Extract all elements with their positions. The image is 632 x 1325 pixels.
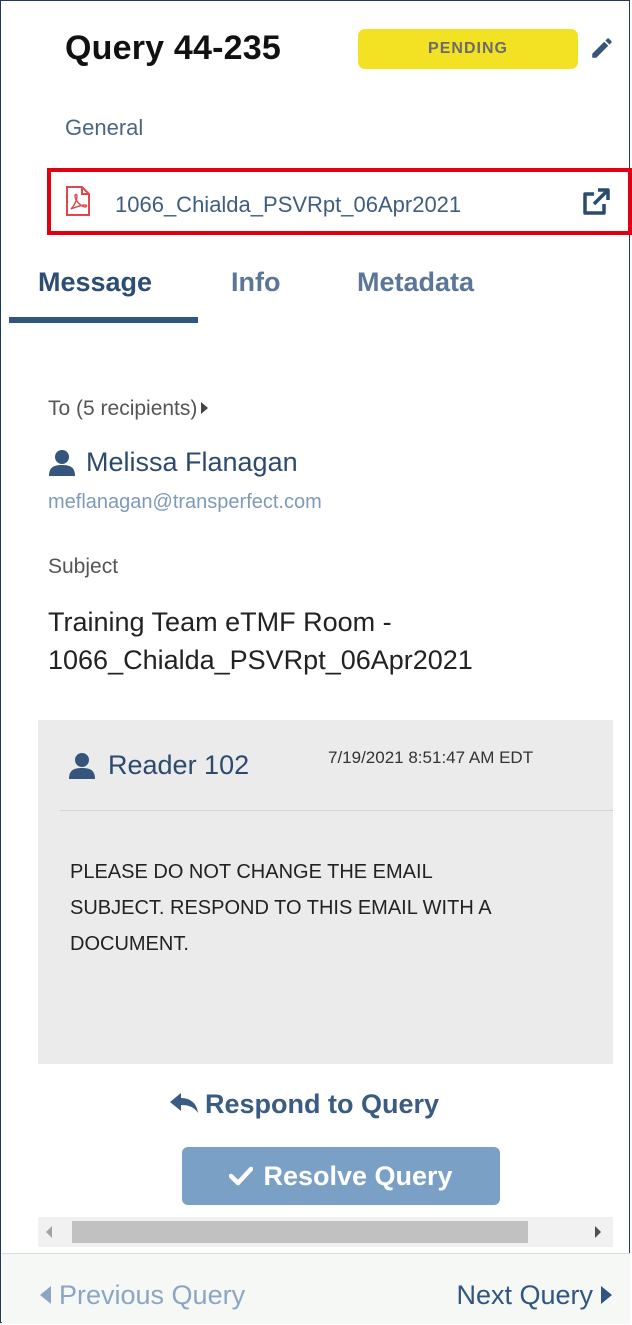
next-query-button[interactable]: Next Query [456,1280,612,1311]
caret-right-icon [201,402,209,414]
respond-to-query-button[interactable]: Respond to Query [169,1089,439,1125]
pencil-icon[interactable] [589,35,615,61]
pdf-icon [66,186,90,216]
subject-line: 1066_Chialda_PSVRpt_06Apr2021 [48,645,473,675]
reply-icon [170,1093,198,1113]
tab-info[interactable]: Info [231,267,280,298]
recipient-email: meflanagan@transperfect.com [48,491,322,513]
message-author: Reader 102 [108,750,250,780]
next-query-label: Next Query [456,1280,593,1310]
recipients-toggle[interactable]: To (5 recipients) [48,397,209,421]
horizontal-scrollbar[interactable] [38,1217,613,1247]
scroll-right-arrow-icon[interactable] [595,1226,601,1238]
user-icon [69,753,95,779]
document-file-name[interactable]: 1066_Chialda_PSVRpt_06Apr2021 [115,192,461,218]
status-badge: PENDING [358,29,578,69]
resolve-label: Resolve Query [263,1160,453,1191]
subject-line: Training Team eTMF Room - [48,607,392,637]
triangle-left-icon [40,1286,51,1304]
subject-text: Training Team eTMF Room - 1066_Chialda_P… [48,603,608,679]
tab-message[interactable]: Message [38,267,152,298]
message-card: Reader 102 7/19/2021 8:51:47 AM EDT PLEA… [38,720,613,1064]
message-body: PLEASE DO NOT CHANGE THE EMAIL SUBJECT. … [70,854,610,962]
message-timestamp: 7/19/2021 8:51:47 AM EDT [328,748,534,767]
recipient-name: Melissa Flanagan [86,447,298,477]
respond-label: Respond to Query [205,1089,440,1119]
recipients-label: To (5 recipients) [48,397,198,420]
query-category: General [65,115,144,140]
query-title: Query 44-235 [65,29,281,67]
message-line: DOCUMENT. [70,933,189,955]
scrollbar-thumb[interactable] [72,1221,528,1243]
tab-metadata[interactable]: Metadata [357,267,474,298]
active-tab-indicator [9,317,198,323]
resolve-query-button[interactable]: Resolve Query [182,1147,500,1205]
subject-label: Subject [48,555,119,578]
previous-query-label: Previous Query [59,1280,246,1310]
scroll-left-arrow-icon[interactable] [46,1226,52,1238]
user-icon [49,450,75,476]
query-panel: Query 44-235 PENDING General 1066_Chiald… [0,0,632,1324]
message-divider [60,810,613,811]
message-line: SUBJECT. RESPOND TO THIS EMAIL WITH A [70,897,492,919]
query-navigation: Previous Query Next Query [2,1253,630,1324]
document-link[interactable]: 1066_Chialda_PSVRpt_06Apr2021 [47,168,632,235]
query-header: Query 44-235 PENDING [65,27,615,77]
check-icon [229,1166,254,1186]
external-link-icon[interactable] [580,186,612,218]
query-tabs: Message Info Metadata [9,251,629,325]
previous-query-button[interactable]: Previous Query [40,1280,245,1311]
message-line: PLEASE DO NOT CHANGE THE EMAIL [70,861,433,883]
triangle-right-icon [601,1286,612,1304]
